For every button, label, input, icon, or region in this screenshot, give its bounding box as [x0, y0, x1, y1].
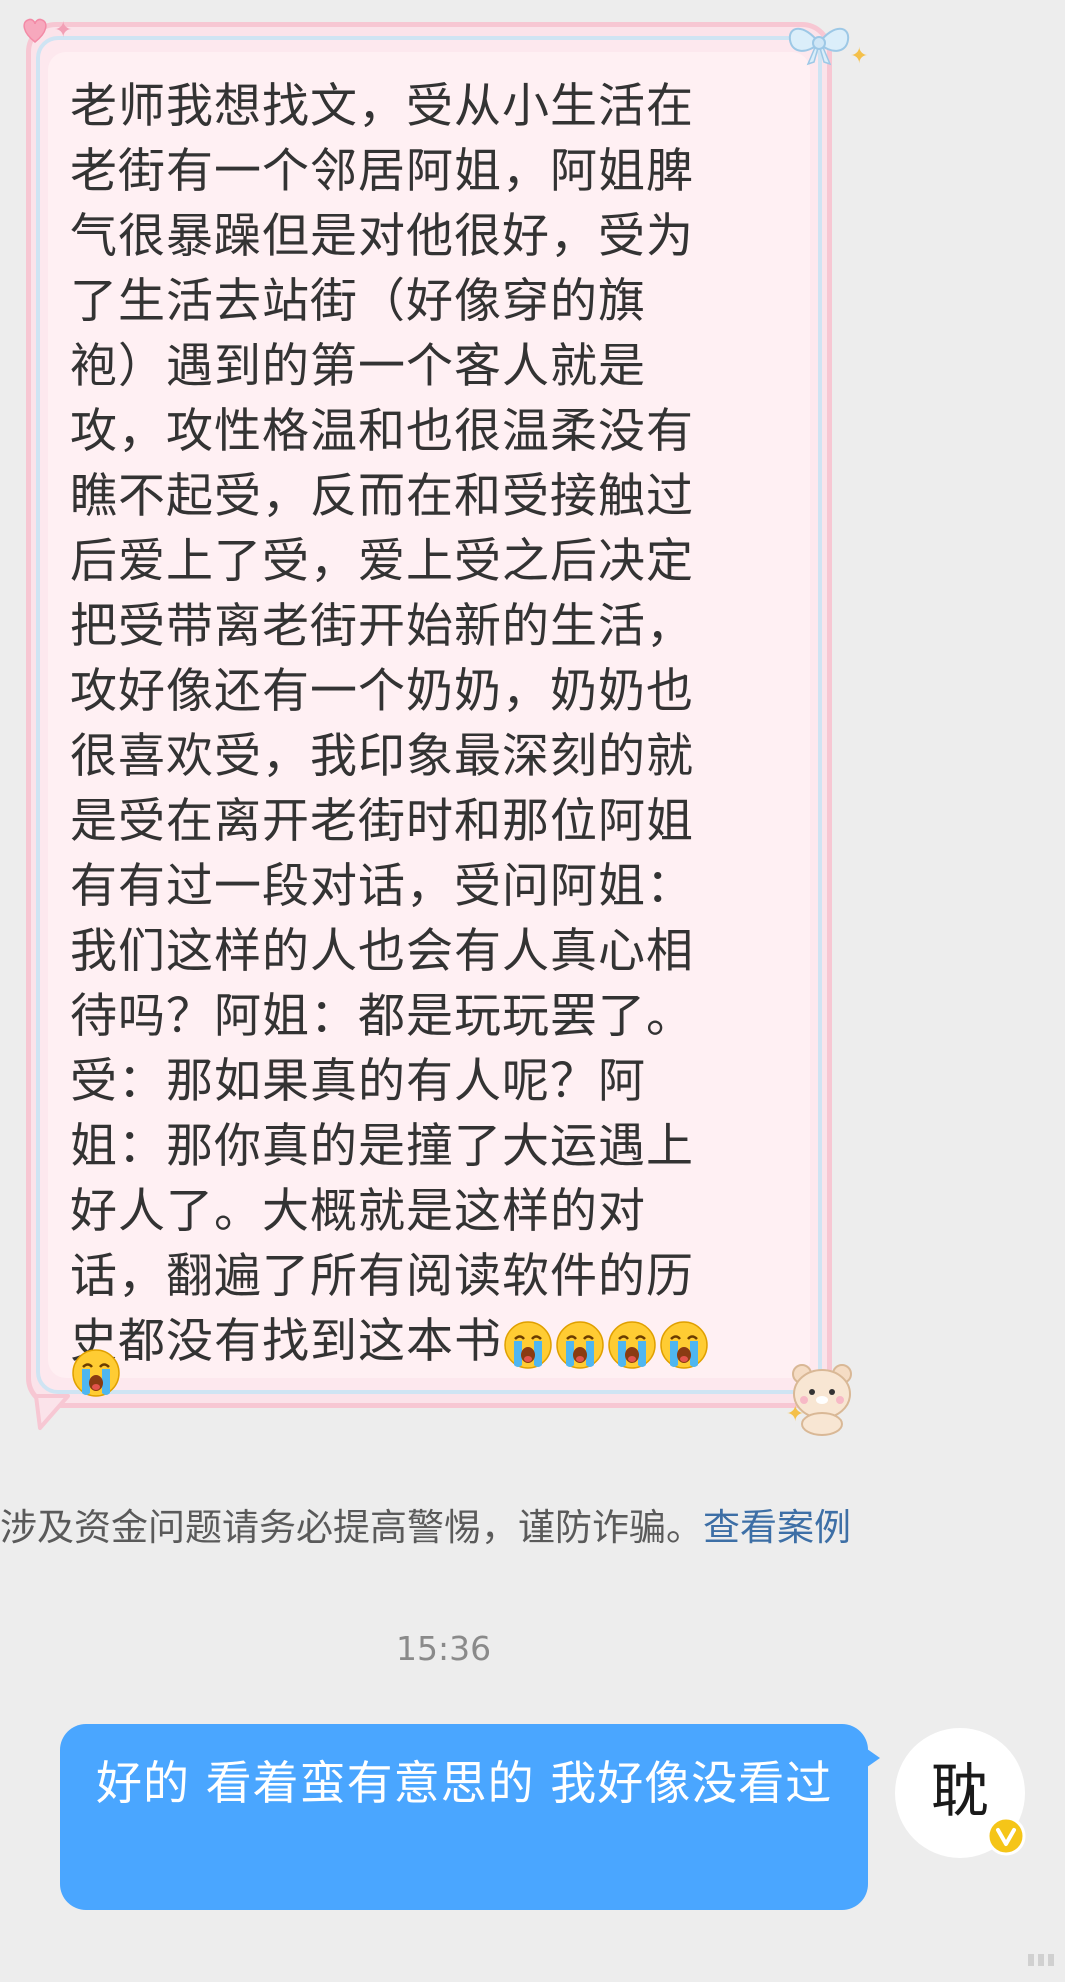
sparkle-icon: ✦	[850, 44, 869, 69]
bubble-tail-icon	[34, 1394, 70, 1430]
view-cases-link[interactable]: 查看案例	[703, 1506, 851, 1549]
incoming-message-text: 老师我想找文，受从小生活在 老街有一个邻居阿姐，阿姐脾 气很暴躁但是对他很好，受…	[70, 74, 800, 1374]
outgoing-bubble-tail-icon	[860, 1744, 880, 1772]
message-timestamp: 15:36	[396, 1629, 492, 1668]
loudly-crying-face-icon	[608, 1320, 656, 1369]
loudly-crying-face-icon	[504, 1320, 552, 1369]
incoming-message-bubble[interactable]: 老师我想找文，受从小生活在 老街有一个邻居阿姐，阿姐脾 气很暴躁但是对他很好，受…	[26, 22, 832, 1430]
sparkle-icon: ✦	[54, 18, 73, 43]
outgoing-message-text: 好的 看着蛮有意思的 我好像没看过	[96, 1756, 833, 1810]
fraud-warning-notice: 涉及资金问题请务必提高警惕，谨防诈骗。查看案例	[0, 1498, 851, 1558]
sparkle-icon: ✦	[786, 1402, 805, 1427]
emoji-row	[70, 1347, 122, 1403]
bow-icon	[788, 27, 850, 66]
heart-icon	[23, 18, 47, 43]
fraud-warning-text: 涉及资金问题请务必提高警惕，谨防诈骗。	[0, 1506, 703, 1549]
loudly-crying-face-icon	[556, 1320, 604, 1369]
verified-badge-icon	[986, 1816, 1026, 1856]
loudly-crying-face-icon	[72, 1349, 120, 1397]
loudly-crying-face-icon	[660, 1320, 708, 1369]
watermark-icon	[1028, 1954, 1054, 1966]
